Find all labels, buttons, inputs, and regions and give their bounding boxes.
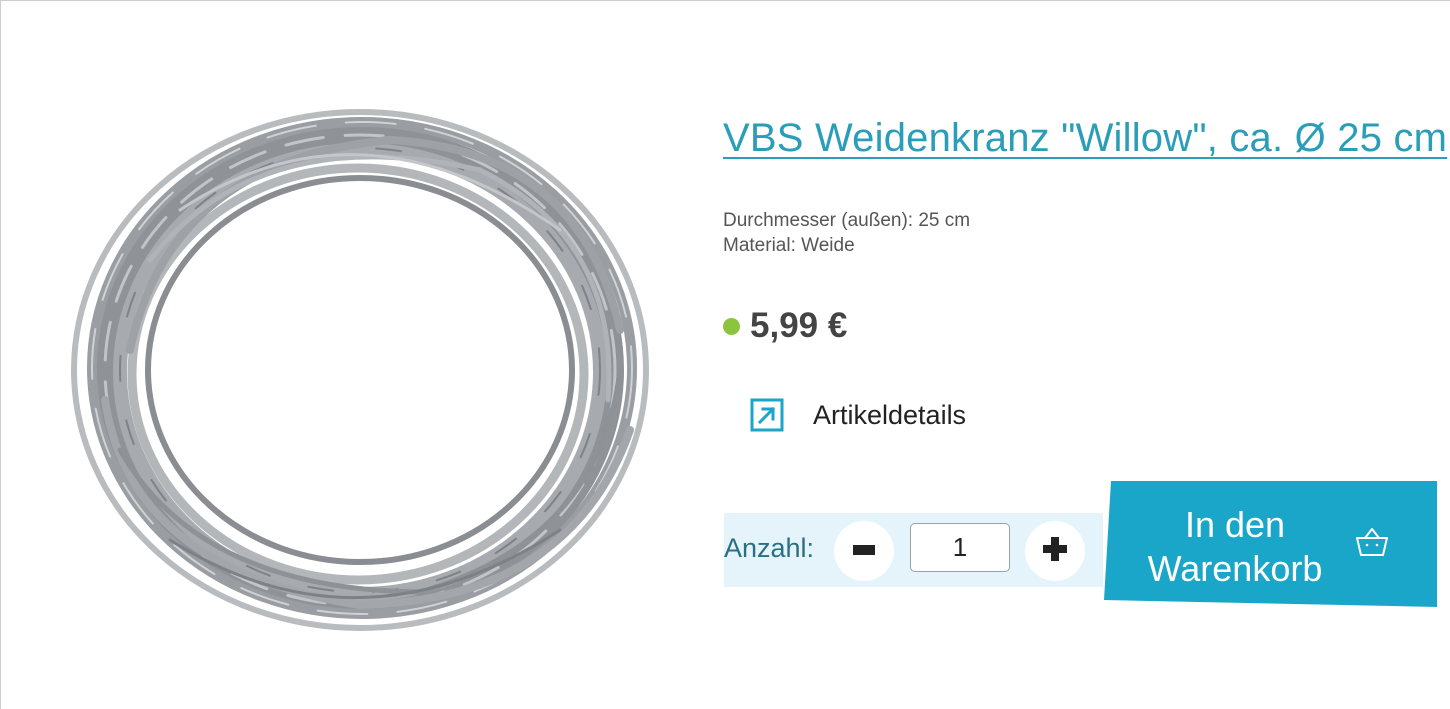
decrease-quantity-button[interactable] (834, 521, 894, 581)
quantity-label: Anzahl: (724, 533, 815, 563)
article-details-label: Artikeldetails (813, 399, 967, 430)
minus-icon (853, 542, 875, 560)
plus-icon (1043, 536, 1067, 566)
increase-quantity-button[interactable] (1025, 521, 1085, 581)
quantity-input[interactable] (910, 523, 1010, 572)
external-arrow-icon (750, 398, 784, 432)
add-to-cart-button[interactable]: In den Warenkorb (1104, 481, 1437, 607)
article-details-link[interactable]: Artikeldetails (750, 398, 966, 432)
availability-dot (723, 317, 740, 335)
add-to-cart-label: In den Warenkorb (1147, 504, 1323, 589)
product-title[interactable]: VBS Weidenkranz "Willow", ca. Ø 25 cm (723, 116, 1447, 161)
product-attributes: Durchmesser (außen): 25 cm Material: Wei… (723, 208, 970, 258)
product-image (60, 100, 660, 640)
basket-icon (1353, 526, 1391, 558)
attribute-material: Material: Weide (723, 235, 855, 256)
price-row: 5,99 € (723, 306, 847, 346)
attribute-diameter: Durchmesser (außen): 25 cm (723, 210, 971, 231)
product-price: 5,99 € (750, 306, 848, 345)
